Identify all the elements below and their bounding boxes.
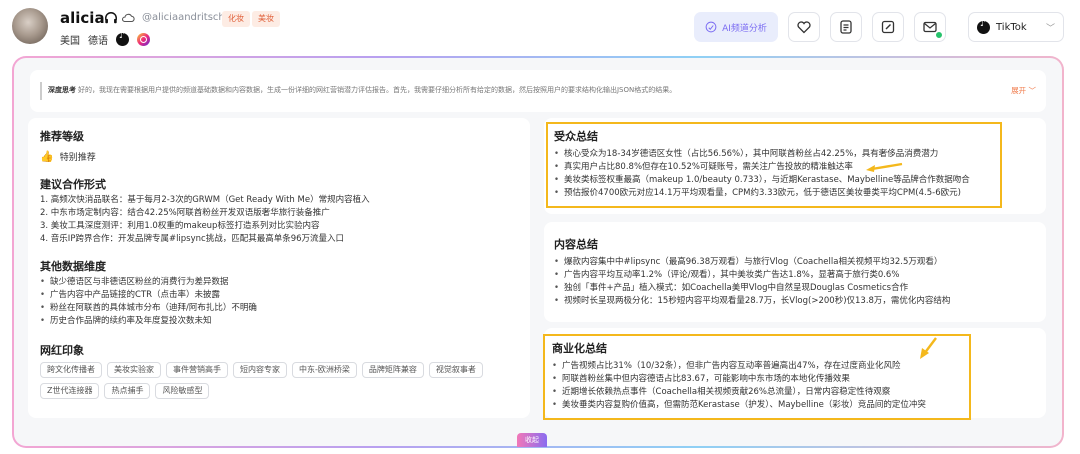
list-item: 历史合作品牌的续约率及年度复投次数未知 [40,315,257,328]
status-badge [935,31,943,39]
impression-tag: 短内容专家 [233,362,287,378]
impression-tags: 跨文化传播者 美妆实验家 事件营销高手 短内容专家 中东-欧洲桥梁 品牌矩阵兼容… [40,362,520,399]
list-item: 真实用户占比80.8%但存在10.52%可疑账号，需关注广告投放的精准触达率 [554,161,970,174]
headphones-icon [105,12,117,24]
sparkle-icon [705,21,717,33]
list-item: 粉丝在阿联酋的具体城市分布（迪拜/阿布扎比）不明确 [40,302,257,315]
list-item: 阿联酋粉丝集中但内容德语占比83.67，可能影响中东市场的本地化传播效果 [552,373,926,386]
country-label: 美国 [60,36,80,47]
channel-meta: 美国 德语 [60,31,150,47]
business-list: 广告视频占比31%（10/32条），但非广告内容互动率普遍高出47%，存在过度商… [552,360,926,412]
platform-label: TikTok [996,21,1027,33]
category-tag: 美妆 [252,11,280,27]
list-item: 3. 美妆工具深度测评：利用1.0权重的makeup标签打造系列对比实验内容 [40,221,320,231]
list-item: 广告视频占比31%（10/32条），但非广告内容互动率普遍高出47%，存在过度商… [552,360,926,373]
list-item: 核心受众为18-34岁德语区女性（占比56.56%），其中阿联酋粉丝占42.25… [554,148,970,161]
arrow-annotation [866,162,903,172]
ai-analysis-label: AI频道分析 [722,23,767,34]
edit-button[interactable] [872,12,904,42]
coop-list: 1. 高频次快消品联名：基于每月2-3次的GRWM（Get Ready With… [40,194,370,246]
list-item: 美妆类标签权重最高（makeup 1.0/beauty 0.733），与近期Ke… [554,174,970,187]
list-item: 2. 中东市场定制内容：结合42.25%阿联酋粉丝开发双语版奢华旅行装备推广 [40,208,330,218]
ai-analysis-button[interactable]: AI频道分析 [694,12,778,42]
notes-button[interactable] [830,12,862,42]
impression-tag: 中东-欧洲桥梁 [292,362,357,378]
deep-thinking-box: 深度思考 好的，我现在需要根据用户提供的频道基础数据和内容数据，生成一份详细的网红… [30,70,1046,112]
cloud-icon [122,13,135,23]
expand-button[interactable]: 展开 ﹀ [1011,85,1036,96]
other-data-list: 缺少德语区与非德语区粉丝的消费行为差异数据 广告内容中产品链接的CTR（点击率）… [40,276,257,328]
heart-icon [797,21,811,34]
tiktok-icon[interactable] [116,31,129,46]
impression-tag: 品牌矩阵兼容 [361,362,424,378]
list-item: 1. 高频次快消品联名：基于每月2-3次的GRWM（Get Ready With… [40,195,370,205]
impression-tag: 事件营销高手 [166,362,228,378]
tiktok-icon [977,19,990,34]
list-item: 预估报价4700欧元对应14.1万平均观看量，CPM约3.33欧元，低于德语区美… [554,187,970,200]
content-list: 爆款内容集中中#lipsync（最高96.38万观看）与旅行Vlog（Coach… [554,256,950,308]
content-title: 内容总结 [554,238,598,251]
list-item: 美妆垂类内容复购价值高，但需防范Kerastase（护发）、Maybelline… [552,399,926,412]
avatar[interactable] [12,8,48,44]
document-icon [840,20,852,34]
list-item: 广告内容平均互动率1.2%（评论/观看），其中美妆类广告达1.8%，显著高于旅行… [554,269,950,282]
thinking-text: 深度思考 好的，我现在需要根据用户提供的频道基础数据和内容数据，生成一份详细的网红… [48,85,676,95]
rating-label: 特别推荐 [59,153,96,163]
language-label: 德语 [88,36,108,47]
thinking-label: 深度思考 [48,86,76,94]
rating-title: 推荐等级 [40,130,84,143]
impression-title: 网红印象 [40,344,84,357]
list-item: 爆款内容集中中#lipsync（最高96.38万观看）与旅行Vlog（Coach… [554,256,950,269]
list-item: 近期增长依赖热点事件（Coachella相关视频贡献26%总流量），日常内容稳定… [552,386,926,399]
name-icons [104,11,135,25]
edit-icon [881,20,895,34]
coop-title: 建议合作形式 [40,178,106,191]
other-data-title: 其他数据维度 [40,260,106,273]
platform-select[interactable]: TikTok ﹀ [968,12,1064,42]
list-item: 独创「事件+产品」植入模式：如Coachella美甲Vlog中自然呈现Dougl… [554,282,950,295]
arrow-annotation [920,337,937,359]
audience-list: 核心受众为18-34岁德语区女性（占比56.56%），其中阿联酋粉丝占42.25… [554,148,970,200]
thumbs-up-icon: 👍 [40,150,54,163]
list-item: 视频时长呈现两极分化：15秒短内容平均观看量28.7万，长Vlog(>200秒)… [554,295,950,308]
channel-header: alicia @aliciaandritschke 化妆 美妆 美国 德语 AI… [0,0,1080,54]
impression-tag: 视觉叙事者 [428,362,483,378]
thinking-content: 好的，我现在需要根据用户提供的频道基础数据和内容数据，生成一份详细的网红营销潜力… [78,86,677,94]
favorite-button[interactable] [788,12,820,42]
list-item: 4. 音乐IP跨界合作：开发品牌专属#lipsync挑战，匹配其最高单条96万流… [40,234,345,244]
audience-title: 受众总结 [554,130,598,143]
impression-tag: 跨文化传播者 [40,362,102,378]
collapse-button[interactable]: 收起 [517,433,547,447]
instagram-icon[interactable] [137,33,150,46]
rating-value: 👍 特别推荐 [40,150,96,163]
impression-tag: 美妆实验家 [107,362,161,378]
impression-tag: 热点捕手 [104,383,151,399]
chevron-down-icon: ﹀ [1045,23,1055,34]
impression-tag: 风险敏感型 [155,383,210,399]
message-button[interactable] [914,12,946,42]
impression-tag: Z世代连接器 [40,383,100,399]
channel-name: alicia [60,9,105,27]
expand-label: 展开 [1011,86,1027,95]
list-item: 缺少德语区与非德语区粉丝的消费行为差异数据 [40,276,257,289]
business-title: 商业化总结 [552,342,607,355]
list-item: 广告内容中产品链接的CTR（点击率）未披露 [40,289,257,302]
category-tag: 化妆 [222,11,250,27]
